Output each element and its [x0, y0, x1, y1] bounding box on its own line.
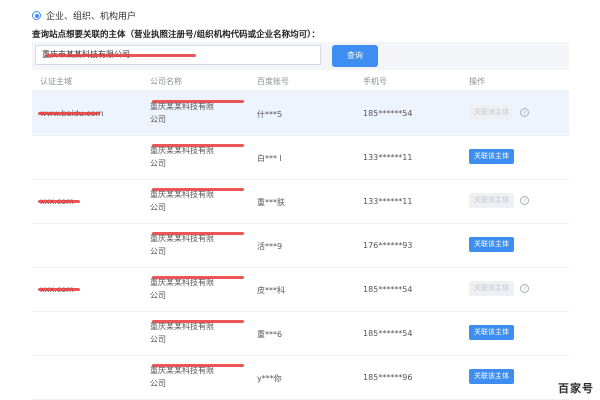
entity-type-radio[interactable]: 企业、组织、机构用户: [32, 9, 136, 22]
search-instruction: 查询站点想要关联的主体（营业执照注册号/组织机构代码或企业名称均可）：: [32, 30, 320, 40]
phone-cell: 176******93: [363, 241, 413, 250]
table-row: xxx.com重庆某某科技有限公司皮***科185******54关联该主体?: [32, 267, 569, 312]
redaction-mark: [152, 100, 244, 103]
company-cell: 重庆某某科技有限 公司: [150, 276, 250, 302]
company-name-line2: 公司: [150, 379, 166, 388]
redaction-mark: [38, 200, 80, 203]
redaction-mark: [152, 188, 244, 191]
account-cell: 什***5: [257, 110, 283, 119]
company-name-line2: 公司: [150, 115, 166, 124]
search-bar: 重庆市某某科技有限公司 查询: [32, 42, 569, 70]
table-row: www.baidu.com重庆某某科技有限公司什***5185******54关…: [32, 91, 569, 136]
account-cell: 活***9: [257, 242, 283, 251]
redaction-mark: [152, 232, 244, 235]
link-entity-button[interactable]: 关联该主体: [469, 105, 514, 120]
redaction-mark: [152, 364, 244, 367]
company-cell: 重庆某某科技有限 公司: [150, 188, 250, 214]
header-domain: 认证主域: [40, 77, 72, 86]
help-icon[interactable]: ?: [520, 284, 529, 293]
table-row: 重庆某某科技有限 公司 白*** l 133******11 关联该主体: [32, 135, 569, 180]
redaction-mark: [38, 288, 80, 291]
redaction-mark: [152, 276, 244, 279]
help-icon[interactable]: ?: [520, 108, 529, 117]
company-name-line2: 公司: [150, 335, 166, 344]
company-name-line2: 公司: [150, 247, 166, 256]
company-cell: 重庆某某科技有限 公司: [150, 100, 250, 126]
account-cell: 重***6: [257, 330, 283, 339]
phone-cell: 185******54: [363, 285, 413, 294]
header-account: 百度账号: [257, 77, 289, 86]
table-row: 重庆某某科技有限 公司 y***你 185******96 关联该主体: [32, 355, 569, 400]
link-entity-button[interactable]: 关联该主体: [469, 325, 514, 340]
company-cell: 重庆某某科技有限 公司: [150, 232, 250, 258]
phone-cell: 185******54: [363, 329, 413, 338]
link-entity-button[interactable]: 关联该主体: [469, 193, 514, 208]
redaction-mark: [38, 112, 100, 115]
account-cell: 重***肤: [257, 198, 285, 207]
company-name-line2: 公司: [150, 203, 166, 212]
header-phone: 手机号: [363, 77, 387, 86]
watermark: 百家号: [558, 382, 594, 395]
account-cell: y***你: [257, 374, 282, 383]
phone-cell: 185******54: [363, 109, 413, 118]
phone-cell: 185******96: [363, 373, 413, 382]
radio-selected-icon[interactable]: [32, 11, 41, 20]
link-entity-button[interactable]: 关联该主体: [469, 281, 514, 296]
company-name-line2: 公司: [150, 291, 166, 300]
company-cell: 重庆某某科技有限 公司: [150, 364, 250, 390]
phone-cell: 133******11: [363, 153, 413, 162]
link-entity-button[interactable]: 关联该主体: [469, 369, 514, 384]
redaction-mark: [152, 144, 244, 147]
redaction-mark: [152, 320, 244, 323]
company-cell: 重庆某某科技有限 公司: [150, 320, 250, 346]
company-name-line2: 公司: [150, 159, 166, 168]
redaction-mark: [46, 54, 196, 57]
header-company: 公司名称: [150, 77, 182, 86]
link-entity-button[interactable]: 关联该主体: [469, 237, 514, 252]
link-entity-button[interactable]: 关联该主体: [469, 149, 514, 164]
account-cell: 白*** l: [257, 154, 282, 163]
help-icon[interactable]: ?: [520, 196, 529, 205]
radio-label: 企业、组织、机构用户: [46, 12, 137, 22]
table-row: 重庆某某科技有限 公司 活***9 176******93 关联该主体: [32, 223, 569, 268]
company-cell: 重庆某某科技有限 公司: [150, 144, 250, 170]
phone-cell: 133******11: [363, 197, 413, 206]
table-header: 认证主域 公司名称 百度账号 手机号 操作: [32, 70, 569, 91]
table-row: xxx.com重庆某某科技有限公司重***肤133******11关联该主体?: [32, 179, 569, 224]
header-action: 操作: [469, 77, 485, 86]
table-row: 重庆某某科技有限 公司 重***6 185******54 关联该主体: [32, 311, 569, 356]
account-cell: 皮***科: [257, 286, 285, 295]
search-button[interactable]: 查询: [332, 45, 378, 67]
